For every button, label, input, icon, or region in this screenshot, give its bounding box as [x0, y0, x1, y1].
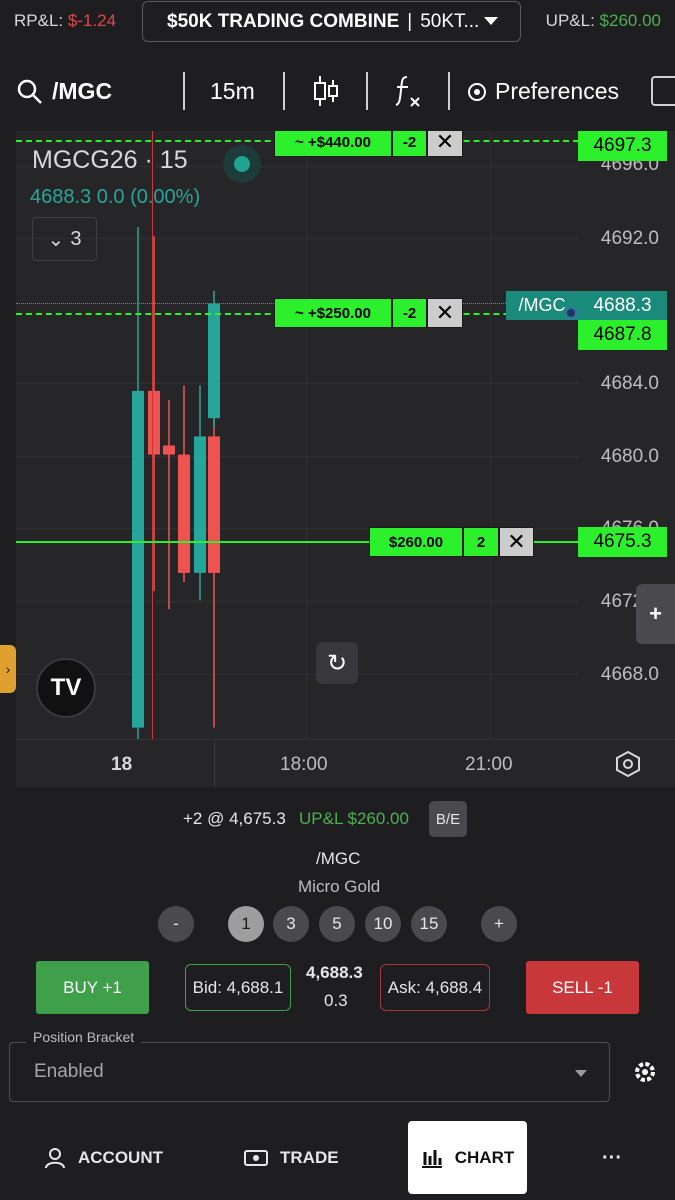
unrealized-pnl-value: $260.00 [599, 11, 661, 30]
chevron-down-icon [484, 17, 498, 25]
ask-price[interactable]: Ask: 4,688.4 [380, 964, 490, 1011]
toolbar-divider [183, 72, 185, 110]
price-axis-label: 4684.0 [600, 373, 659, 394]
order-tag-2[interactable]: ~ +$250.00 -2 ✕ [274, 298, 463, 328]
price-axis-label: 4692.0 [600, 228, 659, 249]
add-order-icon[interactable]: + [636, 584, 675, 644]
layout-toggle[interactable] [651, 76, 675, 106]
chevron-down-icon: ⌄ [47, 228, 65, 251]
position-tag[interactable]: $260.00 2 ✕ [369, 527, 534, 557]
sell-button[interactable]: SELL -1 [526, 961, 639, 1014]
order-price-box: 4687.8 [578, 320, 667, 350]
toolbar-divider [283, 72, 285, 110]
instrument-name: Micro Gold [298, 877, 381, 896]
interval-button[interactable]: 15m [210, 78, 255, 105]
order-tag-qty: -2 [392, 131, 427, 157]
close-icon[interactable]: ✕ [427, 298, 463, 328]
candle-body [208, 436, 220, 573]
candle-body [178, 454, 190, 573]
position-tag-label: $260.00 [369, 527, 463, 557]
candle-type-icon[interactable] [312, 74, 340, 108]
time-axis-label: 21:00 [465, 754, 513, 775]
candle-body [208, 303, 220, 419]
chart-toolbar: /MGC 15m Preferences [0, 62, 675, 120]
qty-increase-button[interactable]: + [481, 906, 517, 942]
qty-decrease-button[interactable]: - [158, 906, 194, 942]
position-summary: +2 @ 4,675.3 [183, 809, 286, 828]
toolbar-divider [366, 72, 368, 110]
price-axis-label: 4668.0 [600, 664, 659, 685]
chart-legend-price: 4688.3 0.0 (0.00%) [30, 186, 201, 208]
nav-chart[interactable]: CHART [408, 1121, 527, 1194]
top-bar: RP&L: $-1.24 $50K TRADING COMBINE | 50KT… [0, 0, 675, 42]
qty-option-15[interactable]: 15 [411, 906, 447, 942]
price-axis-label: 4680.0 [600, 446, 659, 467]
legend-collapse-button[interactable]: ⌄ 3 [32, 217, 97, 261]
gear-icon[interactable] [466, 81, 488, 103]
instrument-symbol: /MGC [316, 849, 361, 868]
tradingview-logo-icon: TV [36, 658, 96, 718]
order-tag-1[interactable]: ~ +$440.00 -2 ✕ [274, 131, 463, 157]
chart-icon [421, 1149, 442, 1168]
candle-body [194, 436, 206, 573]
order-tag-label: ~ +$440.00 [274, 131, 392, 157]
spread: 0.3 [324, 991, 348, 1010]
time-axis: 18 18:00 21:00 [16, 739, 675, 787]
nav-account[interactable]: ACCOUNT [44, 1130, 163, 1186]
position-price-box: 4675.3 [578, 527, 667, 557]
current-price-box: 4688.3 [578, 291, 667, 321]
candle-body [163, 445, 175, 455]
time-axis-label: 18 [111, 754, 133, 775]
account-separator: | [407, 10, 413, 32]
reset-chart-icon[interactable]: ↻ [316, 642, 358, 684]
nav-trade[interactable]: TRADE [244, 1130, 339, 1186]
bid-price[interactable]: Bid: 4,688.1 [185, 964, 291, 1011]
position-upl: UP&L $260.00 [299, 809, 409, 828]
search-icon[interactable] [16, 78, 44, 106]
buy-button[interactable]: BUY +1 [36, 961, 149, 1014]
side-panel-handle[interactable]: › [0, 645, 16, 693]
market-status-indicator [223, 145, 261, 183]
position-tag-qty: 2 [463, 527, 499, 557]
qty-option-10[interactable]: 10 [365, 906, 401, 942]
candle-body [148, 390, 160, 455]
crosshair-line [152, 131, 153, 739]
realized-pnl: RP&L: $-1.24 [14, 11, 117, 30]
account-selector[interactable]: $50K TRADING COMBINE | 50KT... [142, 1, 521, 42]
preferences-button[interactable]: Preferences [495, 78, 619, 105]
chart-settings-icon[interactable] [614, 750, 642, 778]
order-tag-label: ~ +$250.00 [274, 298, 392, 328]
breakeven-button[interactable]: B/E [429, 801, 467, 837]
close-icon[interactable]: ✕ [499, 527, 534, 557]
candles [132, 227, 220, 739]
last-price: 4,688.3 [306, 963, 363, 982]
qty-option-3[interactable]: 3 [273, 906, 309, 942]
position-bracket-label: Position Bracket [26, 1029, 142, 1045]
nav-more[interactable]: ··· [602, 1130, 622, 1186]
time-axis-label: 18:00 [280, 754, 328, 775]
order-tag-qty: -2 [392, 298, 427, 328]
money-icon [244, 1150, 268, 1166]
qty-option-1[interactable]: 1 [228, 906, 264, 942]
price-chart[interactable]: 4696.0 4692.0 4684.0 4680.0 4676.0 4672.… [16, 131, 675, 787]
account-name: $50K TRADING COMBINE [167, 10, 400, 32]
account-id: 50KT... [420, 10, 480, 32]
position-bracket-value: Enabled [34, 1061, 104, 1082]
candle-body [132, 390, 144, 728]
indicators-icon[interactable] [393, 74, 423, 108]
time-axis-divider [214, 740, 215, 787]
gear-icon[interactable] [632, 1059, 658, 1085]
chevron-down-icon [575, 1070, 587, 1077]
qty-option-5[interactable]: 5 [319, 906, 355, 942]
close-icon[interactable]: ✕ [427, 131, 463, 157]
order-price-box: 4697.3 [578, 131, 667, 161]
toolbar-divider [448, 72, 450, 110]
realized-pnl-value: $-1.24 [67, 11, 117, 30]
user-icon [45, 1148, 65, 1169]
unrealized-pnl: UP&L: $260.00 [545, 11, 661, 30]
symbol-search[interactable]: /MGC [52, 78, 112, 105]
price-handle[interactable] [565, 307, 577, 319]
chart-legend-title: MGCG26 · 15 [32, 146, 188, 174]
